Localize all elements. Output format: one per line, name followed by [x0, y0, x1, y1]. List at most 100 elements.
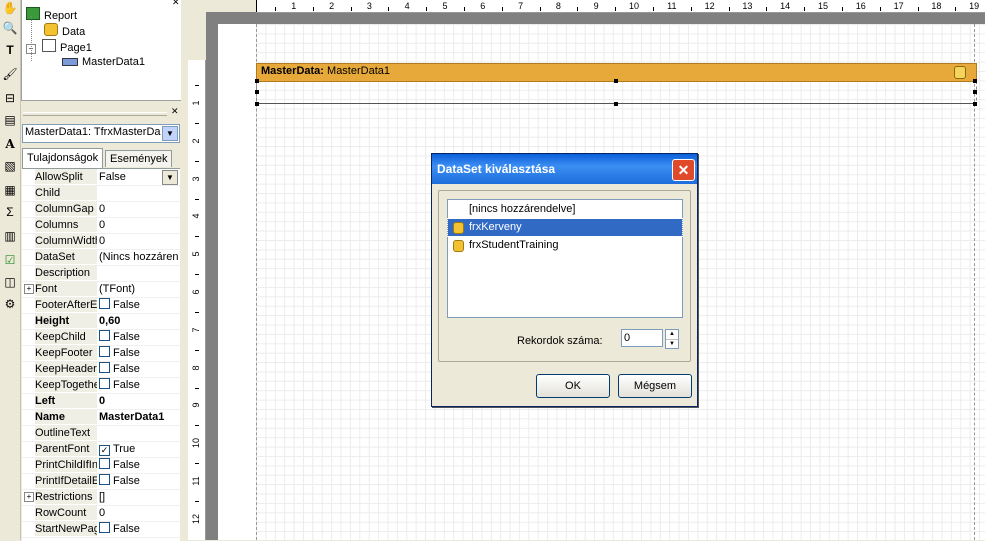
- property-row[interactable]: KeepFooter False: [22, 345, 180, 362]
- property-row[interactable]: ParentFont ✓ True: [22, 441, 180, 458]
- record-count-stepper[interactable]: ▲ ▼: [665, 329, 679, 349]
- inspector-scrollbar[interactable]: [181, 0, 186, 540]
- property-row[interactable]: KeepTogether False: [22, 377, 180, 394]
- property-row[interactable]: OutlineText: [22, 425, 180, 442]
- property-value[interactable]: 0: [99, 217, 179, 233]
- text-object-icon[interactable]: A: [2, 136, 18, 152]
- checkbox[interactable]: [99, 298, 110, 309]
- shape-icon[interactable]: ◫: [2, 274, 18, 290]
- property-row[interactable]: Height 0,60: [22, 313, 180, 330]
- resize-handle[interactable]: [255, 90, 259, 94]
- tree-item-masterdata1[interactable]: MasterData1: [62, 55, 145, 70]
- property-row[interactable]: StartNewPage False: [22, 521, 180, 538]
- hand-icon[interactable]: ✋: [2, 0, 18, 16]
- dataset-list-item[interactable]: frxStudentTraining: [448, 237, 682, 254]
- property-value[interactable]: []: [99, 489, 179, 505]
- property-row[interactable]: Description: [22, 265, 180, 282]
- close-icon[interactable]: ✕: [171, 107, 180, 116]
- property-row[interactable]: Name MasterData1: [22, 409, 180, 426]
- memo-icon[interactable]: ▤: [2, 112, 18, 128]
- ok-button[interactable]: OK: [536, 374, 610, 398]
- property-value[interactable]: 0: [99, 505, 179, 521]
- object-selector[interactable]: MasterData1: TfrxMasterDa ▼: [22, 124, 180, 143]
- resize-handle[interactable]: [973, 90, 977, 94]
- checkbox[interactable]: [99, 362, 110, 373]
- property-value[interactable]: False: [99, 329, 179, 345]
- resize-handle[interactable]: [255, 79, 259, 83]
- property-row[interactable]: AllowSplit False ▼: [22, 169, 180, 186]
- property-value[interactable]: False: [99, 457, 179, 473]
- checkbox[interactable]: [99, 474, 110, 485]
- property-value[interactable]: 0: [99, 393, 179, 409]
- property-row[interactable]: Left 0: [22, 393, 180, 410]
- property-value[interactable]: False: [99, 377, 179, 393]
- tree-item-data[interactable]: Data: [44, 23, 85, 38]
- more-tools-icon[interactable]: ⚙: [2, 296, 18, 312]
- property-value[interactable]: 0,60: [99, 313, 179, 329]
- property-row[interactable]: DataSet(Nincs hozzárendelve): [22, 249, 180, 266]
- property-row[interactable]: + Font (TFont): [22, 281, 180, 298]
- masterdata-band-body[interactable]: [255, 79, 977, 106]
- band-tool-icon[interactable]: ⊟: [2, 90, 18, 106]
- property-value[interactable]: (TFont): [99, 281, 179, 297]
- checkbox-tool-icon[interactable]: ☑: [2, 252, 18, 268]
- resize-handle[interactable]: [973, 79, 977, 83]
- checkbox[interactable]: [99, 458, 110, 469]
- dialog-titlebar[interactable]: DataSet kiválasztása ✕: [432, 154, 697, 184]
- resize-handle[interactable]: [614, 79, 618, 83]
- picture-icon[interactable]: ▧: [2, 158, 18, 174]
- property-row[interactable]: + Restrictions[]: [22, 489, 180, 506]
- property-value[interactable]: False: [99, 473, 179, 489]
- property-value[interactable]: False: [99, 345, 179, 361]
- checkbox[interactable]: [99, 522, 110, 533]
- property-row[interactable]: KeepChild False: [22, 329, 180, 346]
- sum-icon[interactable]: Σ: [2, 204, 18, 220]
- database-icon[interactable]: [954, 66, 966, 79]
- dataset-list-item[interactable]: frxKerveny: [447, 218, 683, 237]
- checkbox[interactable]: [99, 346, 110, 357]
- cancel-button[interactable]: Mégsem: [618, 374, 692, 398]
- checkbox[interactable]: [99, 378, 110, 389]
- property-row[interactable]: PrintIfDetailEmpty False: [22, 473, 180, 490]
- chevron-down-icon[interactable]: ▼: [666, 340, 678, 348]
- resize-handle[interactable]: [614, 102, 618, 106]
- chevron-down-icon[interactable]: ▼: [162, 170, 178, 185]
- property-value[interactable]: MasterData1: [99, 409, 179, 425]
- property-value[interactable]: False: [99, 297, 179, 313]
- chevron-down-icon[interactable]: ▼: [162, 126, 178, 141]
- close-button[interactable]: ✕: [672, 159, 695, 181]
- property-row[interactable]: RowCount 0: [22, 505, 180, 522]
- property-row[interactable]: FooterAfterEach False: [22, 297, 180, 314]
- property-value[interactable]: ✓ True: [99, 441, 179, 457]
- property-value[interactable]: (Nincs hozzárendelve): [99, 249, 179, 265]
- record-count-input[interactable]: [621, 329, 663, 347]
- property-row[interactable]: PrintChildIfInvisible False: [22, 457, 180, 474]
- tab-events[interactable]: Események: [105, 150, 173, 167]
- format-painter-icon[interactable]: 🖌: [2, 66, 18, 82]
- tree-item-report[interactable]: Report: [26, 7, 77, 22]
- barcode-icon[interactable]: ▥: [2, 228, 18, 244]
- zoom-icon[interactable]: 🔍: [2, 20, 18, 36]
- property-row[interactable]: ColumnGap 0: [22, 201, 180, 218]
- property-row[interactable]: KeepHeader False: [22, 361, 180, 378]
- text-tool-icon[interactable]: T: [2, 42, 18, 58]
- tab-properties[interactable]: Tulajdonságok: [22, 148, 104, 168]
- property-value[interactable]: 0: [99, 201, 179, 217]
- checkbox[interactable]: ✓: [99, 445, 110, 456]
- property-value[interactable]: False: [99, 361, 179, 377]
- resize-handle[interactable]: [973, 102, 977, 106]
- dataset-list-item[interactable]: [nincs hozzárendelve]: [448, 201, 682, 218]
- checkbox[interactable]: [99, 330, 110, 341]
- property-row[interactable]: Child: [22, 185, 180, 202]
- resize-handle[interactable]: [255, 102, 259, 106]
- property-row[interactable]: ColumnWidth 0: [22, 233, 180, 250]
- close-icon[interactable]: ✕: [172, 0, 180, 7]
- subreport-icon[interactable]: ▦: [2, 182, 18, 198]
- dataset-list[interactable]: [nincs hozzárendelve] frxKerveny frxStuden…: [447, 199, 683, 318]
- expand-icon[interactable]: +: [24, 492, 34, 502]
- property-value[interactable]: 0: [99, 233, 179, 249]
- property-row[interactable]: Columns 0: [22, 217, 180, 234]
- expand-icon[interactable]: +: [24, 284, 34, 294]
- panel-splitter[interactable]: ✕: [21, 106, 181, 120]
- property-value[interactable]: False: [99, 521, 179, 537]
